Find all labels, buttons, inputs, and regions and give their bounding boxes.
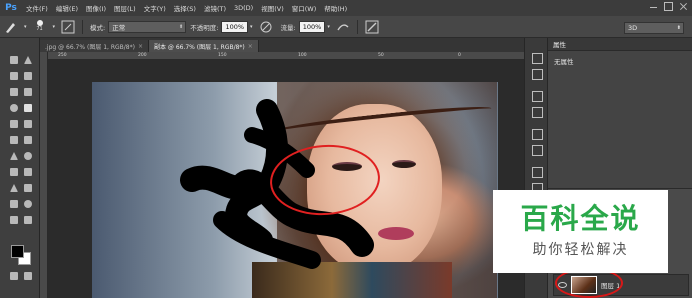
zoom-tool-icon[interactable] bbox=[22, 198, 34, 210]
properties-panel-title: 属性 bbox=[553, 41, 566, 49]
watermark-subtitle: 助你轻松解决 bbox=[532, 241, 629, 258]
opacity-slider-arrow-icon[interactable]: ▾ bbox=[250, 24, 253, 30]
ruler-tick-label: 100 bbox=[298, 53, 307, 58]
quick-mask-icon[interactable] bbox=[8, 270, 20, 282]
menu-type[interactable]: 文字(Y) bbox=[140, 3, 170, 13]
options-bar: ▾ 71 ▾ 模式: 正常 ⬍ 不透明度: 100% ▾ 流量: 100% ▾ bbox=[0, 16, 692, 38]
history-brush-tool-icon[interactable] bbox=[22, 118, 34, 130]
character-panel-icon[interactable] bbox=[531, 128, 543, 140]
document-tab-active[interactable]: 副本 @ 66.7% (图层 1, RGB/8*) × bbox=[149, 40, 259, 52]
brush-tool-icon[interactable] bbox=[22, 102, 34, 114]
healing-brush-tool-icon[interactable] bbox=[8, 102, 20, 114]
window-controls bbox=[649, 2, 688, 11]
type-tool-icon[interactable] bbox=[22, 166, 34, 178]
close-tab-icon[interactable]: × bbox=[248, 43, 253, 50]
crop-tool-icon[interactable] bbox=[8, 86, 20, 98]
menu-image[interactable]: 图像(I) bbox=[82, 3, 110, 13]
ruler-tick-label: 200 bbox=[138, 53, 147, 58]
ruler-tick-label: 0 bbox=[458, 53, 461, 58]
properties-panel-header[interactable]: 属性 bbox=[548, 38, 692, 51]
flow-input[interactable]: 100% bbox=[298, 20, 326, 33]
horizontal-ruler: 250 200 150 100 50 0 bbox=[48, 52, 524, 60]
brush-panel-icon[interactable] bbox=[531, 90, 543, 102]
screen-mode-icon[interactable] bbox=[22, 270, 34, 282]
menu-help[interactable]: 帮助(H) bbox=[320, 3, 351, 13]
watermark-title: 百科全说 bbox=[520, 201, 641, 235]
layers-panel-icon[interactable] bbox=[531, 166, 543, 178]
separator bbox=[82, 19, 84, 34]
menu-layer[interactable]: 图层(L) bbox=[110, 3, 140, 13]
menu-3d[interactable]: 3D(D) bbox=[230, 4, 257, 12]
menu-select[interactable]: 选择(S) bbox=[170, 3, 200, 13]
eraser-tool-icon[interactable] bbox=[8, 134, 20, 146]
document-tab[interactable]: .jpg @ 66.7% (图层 1, RGB/8*) × bbox=[40, 40, 149, 52]
eyedropper-tool-icon[interactable] bbox=[22, 86, 34, 98]
path-selection-tool-icon[interactable] bbox=[8, 182, 20, 194]
portrait-lips bbox=[378, 227, 414, 240]
move-tool-icon[interactable] bbox=[22, 54, 34, 66]
adjustments-panel-icon[interactable] bbox=[531, 106, 543, 118]
brush-tool-icon[interactable] bbox=[3, 19, 19, 35]
chevron-down-icon: ⬍ bbox=[676, 25, 681, 31]
chevron-down-icon: ⬍ bbox=[179, 23, 184, 30]
ruler-tick-label: 150 bbox=[218, 53, 227, 58]
3d-camera-tool-icon[interactable] bbox=[22, 214, 34, 226]
ruler-tick-label: 50 bbox=[378, 53, 384, 58]
flow-label: 流量: bbox=[280, 23, 296, 32]
properties-empty-text: 无属性 bbox=[554, 58, 574, 66]
history-panel-icon[interactable] bbox=[531, 52, 543, 64]
watermark-logo: 百科全说 助你轻松解决 bbox=[493, 190, 668, 273]
gradient-tool-icon[interactable] bbox=[22, 134, 34, 146]
separator bbox=[356, 19, 358, 34]
dodge-tool-icon[interactable] bbox=[22, 150, 34, 162]
airbrush-icon[interactable] bbox=[335, 19, 351, 35]
3d-rotate-tool-icon[interactable] bbox=[8, 214, 20, 226]
hand-tool-icon[interactable] bbox=[8, 198, 20, 210]
brush-preset-picker[interactable]: 71 bbox=[32, 19, 48, 35]
foreground-color-swatch[interactable] bbox=[11, 245, 24, 258]
paragraph-panel-icon[interactable] bbox=[531, 144, 543, 156]
lasso-tool-icon[interactable] bbox=[8, 70, 20, 82]
tools-panel bbox=[0, 38, 40, 298]
actions-panel-icon[interactable] bbox=[531, 68, 543, 80]
close-tab-icon[interactable]: × bbox=[138, 43, 143, 50]
workspace-value: 3D bbox=[628, 24, 638, 32]
minimize-icon[interactable] bbox=[649, 2, 658, 11]
menu-edit[interactable]: 编辑(E) bbox=[52, 3, 82, 13]
blur-tool-icon[interactable] bbox=[8, 150, 20, 162]
document-tab-label: 副本 @ 66.7% (图层 1, RGB/8*) bbox=[154, 43, 245, 51]
menu-filter[interactable]: 滤镜(T) bbox=[200, 3, 230, 13]
vertical-ruler bbox=[40, 52, 48, 298]
menu-file[interactable]: 文件(F) bbox=[22, 3, 52, 13]
menu-view[interactable]: 视图(V) bbox=[257, 3, 288, 13]
portrait-eye-right bbox=[392, 160, 416, 168]
menu-window[interactable]: 窗口(W) bbox=[288, 3, 321, 13]
marquee-tool-icon[interactable] bbox=[8, 54, 20, 66]
pen-tool-icon[interactable] bbox=[8, 166, 20, 178]
menu-bar: Ps 文件(F) 编辑(E) 图像(I) 图层(L) 文字(Y) 选择(S) 滤… bbox=[0, 0, 692, 16]
opacity-label: 不透明度: bbox=[190, 23, 219, 32]
document-tab-label: .jpg @ 66.7% (图层 1, RGB/8*) bbox=[45, 43, 135, 51]
shape-tool-icon[interactable] bbox=[22, 182, 34, 194]
pressure-size-icon[interactable] bbox=[364, 19, 380, 35]
tool-preset-arrow-icon[interactable]: ▾ bbox=[24, 24, 27, 30]
brush-picker-arrow-icon[interactable]: ▾ bbox=[53, 24, 56, 30]
clone-stamp-tool-icon[interactable] bbox=[8, 118, 20, 130]
pressure-opacity-icon[interactable] bbox=[258, 19, 274, 35]
brush-panel-toggle-icon[interactable] bbox=[60, 19, 76, 35]
document-tab-bar: .jpg @ 66.7% (图层 1, RGB/8*) × 副本 @ 66.7%… bbox=[40, 38, 524, 52]
quick-select-tool-icon[interactable] bbox=[22, 70, 34, 82]
mode-label: 模式: bbox=[90, 23, 106, 32]
photoshop-logo: Ps bbox=[5, 3, 17, 13]
ruler-tick-label: 250 bbox=[58, 53, 67, 58]
close-icon[interactable] bbox=[679, 2, 688, 11]
brush-size-value: 71 bbox=[36, 25, 43, 32]
opacity-input[interactable]: 100% bbox=[221, 20, 249, 33]
mode-dropdown[interactable]: 正常 ⬍ bbox=[108, 20, 187, 33]
mode-value: 正常 bbox=[112, 23, 126, 32]
workspace-dropdown[interactable]: 3D ⬍ bbox=[624, 22, 684, 34]
flow-slider-arrow-icon[interactable]: ▾ bbox=[327, 24, 330, 30]
maximize-icon[interactable] bbox=[664, 2, 673, 11]
